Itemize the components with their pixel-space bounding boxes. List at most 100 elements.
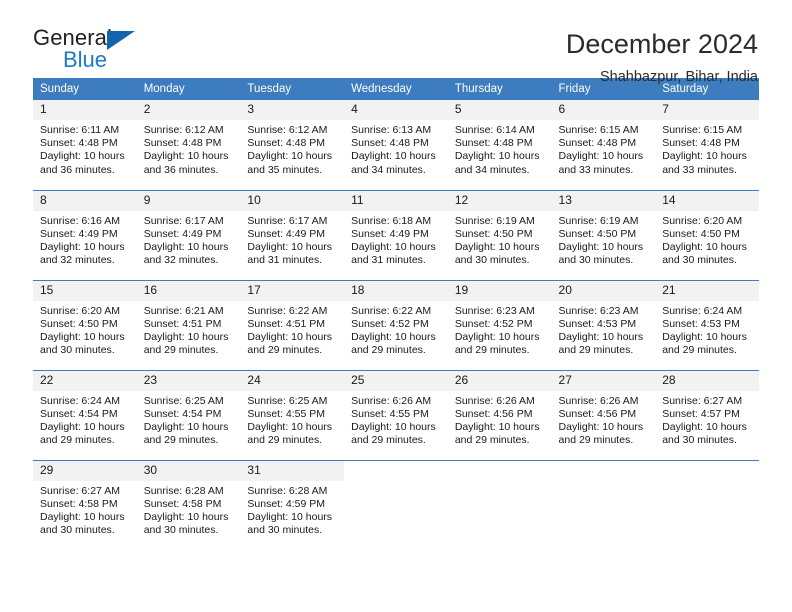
day-details: Sunrise: 6:16 AM Sunset: 4:49 PM Dayligh… xyxy=(33,211,137,268)
sunrise-text: Sunrise: 6:26 AM xyxy=(351,394,432,407)
daylight-text-line2: and 29 minutes. xyxy=(143,344,219,357)
day-number: 22 xyxy=(33,370,137,391)
daylight-text-line2: and 29 minutes. xyxy=(247,344,323,357)
day-cell[interactable]: 16 Sunrise: 6:21 AM Sunset: 4:51 PM Dayl… xyxy=(136,279,241,370)
sunrise-text: Sunrise: 6:12 AM xyxy=(247,124,328,136)
day-number xyxy=(344,460,448,481)
day-cell[interactable]: 29 Sunrise: 6:27 AM Sunset: 4:58 PM Dayl… xyxy=(33,459,137,550)
calendar-page: General Blue December 2024 Shahbazpur, B… xyxy=(0,0,792,612)
daylight-text-line2: and 35 minutes. xyxy=(247,163,323,176)
sunset-text: Sunset: 4:48 PM xyxy=(454,137,533,150)
sunset-text: Sunset: 4:48 PM xyxy=(247,137,326,150)
day-details: Sunrise: 6:21 AM Sunset: 4:51 PM Dayligh… xyxy=(137,301,241,358)
day-cell[interactable]: 18 Sunrise: 6:22 AM Sunset: 4:52 PM Dayl… xyxy=(344,279,448,370)
daylight-text-line1: Daylight: 10 hours xyxy=(558,240,644,253)
day-cell[interactable]: 6 Sunrise: 6:15 AM Sunset: 4:48 PM Dayli… xyxy=(551,100,656,190)
day-cell[interactable]: 27 Sunrise: 6:26 AM Sunset: 4:56 PM Dayl… xyxy=(551,369,656,460)
day-cell[interactable]: 2 Sunrise: 6:12 AM Sunset: 4:48 PM Dayli… xyxy=(136,100,241,190)
daylight-text-line2: and 30 minutes. xyxy=(662,254,737,267)
day-cell[interactable]: 14 Sunrise: 6:20 AM Sunset: 4:50 PM Dayl… xyxy=(655,189,759,280)
day-cell-empty xyxy=(551,459,656,550)
daylight-text-line1: Daylight: 10 hours xyxy=(351,240,436,253)
day-cell[interactable]: 31 Sunrise: 6:28 AM Sunset: 4:59 PM Dayl… xyxy=(240,459,345,550)
day-number: 18 xyxy=(344,280,448,301)
sunset-text: Sunset: 4:49 PM xyxy=(351,227,429,240)
day-number: 4 xyxy=(344,100,448,120)
day-cell[interactable]: 3 Sunrise: 6:12 AM Sunset: 4:48 PM Dayli… xyxy=(240,100,345,190)
day-cell[interactable]: 22 Sunrise: 6:24 AM Sunset: 4:54 PM Dayl… xyxy=(33,369,137,460)
day-cell[interactable]: 9 Sunrise: 6:17 AM Sunset: 4:49 PM Dayli… xyxy=(136,189,241,280)
day-cell[interactable]: 7 Sunrise: 6:15 AM Sunset: 4:48 PM Dayli… xyxy=(655,100,759,190)
sunset-text: Sunset: 4:48 PM xyxy=(143,137,222,150)
sunrise-text: Sunrise: 6:24 AM xyxy=(662,304,743,317)
day-cell[interactable]: 5 Sunrise: 6:14 AM Sunset: 4:48 PM Dayli… xyxy=(447,100,552,190)
day-cell[interactable]: 26 Sunrise: 6:26 AM Sunset: 4:56 PM Dayl… xyxy=(447,369,552,460)
day-details: Sunrise: 6:13 AM Sunset: 4:48 PM Dayligh… xyxy=(344,120,448,177)
day-cell[interactable]: 25 Sunrise: 6:26 AM Sunset: 4:55 PM Dayl… xyxy=(344,369,448,460)
day-cell[interactable]: 10 Sunrise: 6:17 AM Sunset: 4:49 PM Dayl… xyxy=(240,189,345,280)
day-cell[interactable]: 8 Sunrise: 6:16 AM Sunset: 4:49 PM Dayli… xyxy=(33,189,137,280)
daylight-text-line1: Daylight: 10 hours xyxy=(351,150,436,163)
sunset-text: Sunset: 4:48 PM xyxy=(662,137,740,150)
day-cell[interactable]: 30 Sunrise: 6:28 AM Sunset: 4:58 PM Dayl… xyxy=(136,459,241,550)
day-number: 3 xyxy=(240,100,345,120)
weekday-header-thursday: Thursday xyxy=(447,78,552,100)
day-cell[interactable]: 12 Sunrise: 6:19 AM Sunset: 4:50 PM Dayl… xyxy=(447,189,552,280)
day-number: 23 xyxy=(136,370,241,391)
sunset-text: Sunset: 4:55 PM xyxy=(247,407,326,420)
daylight-text-line2: and 30 minutes. xyxy=(40,344,115,357)
sunset-text: Sunset: 4:59 PM xyxy=(247,497,326,510)
sunrise-text: Sunrise: 6:22 AM xyxy=(351,304,432,317)
daylight-text-line1: Daylight: 10 hours xyxy=(40,150,125,163)
daylight-text-line2: and 31 minutes. xyxy=(351,254,426,267)
daylight-text-line1: Daylight: 10 hours xyxy=(454,330,540,343)
day-cell[interactable]: 17 Sunrise: 6:22 AM Sunset: 4:51 PM Dayl… xyxy=(240,279,345,370)
day-number xyxy=(551,460,656,481)
daylight-text-line2: and 29 minutes. xyxy=(662,344,737,357)
day-cell[interactable]: 28 Sunrise: 6:27 AM Sunset: 4:57 PM Dayl… xyxy=(655,369,759,460)
day-details: Sunrise: 6:25 AM Sunset: 4:55 PM Dayligh… xyxy=(240,391,344,448)
sunrise-text: Sunrise: 6:26 AM xyxy=(558,394,639,407)
day-number: 26 xyxy=(447,370,552,391)
calendar-body: 1 Sunrise: 6:11 AM Sunset: 4:48 PM Dayli… xyxy=(33,100,759,550)
sunrise-text: Sunrise: 6:17 AM xyxy=(247,214,328,227)
day-cell[interactable]: 23 Sunrise: 6:25 AM Sunset: 4:54 PM Dayl… xyxy=(136,369,241,460)
sunset-text: Sunset: 4:50 PM xyxy=(40,317,118,330)
sunset-text: Sunset: 4:53 PM xyxy=(662,317,740,330)
daylight-text-line2: and 29 minutes. xyxy=(454,434,530,447)
sunrise-text: Sunrise: 6:26 AM xyxy=(454,394,535,407)
day-details: Sunrise: 6:19 AM Sunset: 4:50 PM Dayligh… xyxy=(448,211,552,268)
day-cell[interactable]: 13 Sunrise: 6:19 AM Sunset: 4:50 PM Dayl… xyxy=(551,189,656,280)
day-cell-empty xyxy=(344,459,448,550)
sunrise-text: Sunrise: 6:11 AM xyxy=(40,124,120,136)
daylight-text-line2: and 34 minutes. xyxy=(351,163,426,176)
day-details: Sunrise: 6:26 AM Sunset: 4:55 PM Dayligh… xyxy=(344,391,448,448)
day-cell[interactable]: 1 Sunrise: 6:11 AM Sunset: 4:48 PM Dayli… xyxy=(33,100,137,190)
calendar-week-row: 1 Sunrise: 6:11 AM Sunset: 4:48 PM Dayli… xyxy=(33,100,759,190)
generalblue-logo[interactable]: General Blue xyxy=(33,27,163,73)
day-cell[interactable]: 24 Sunrise: 6:25 AM Sunset: 4:55 PM Dayl… xyxy=(240,369,345,460)
sunrise-text: Sunrise: 6:21 AM xyxy=(143,304,224,317)
day-cell[interactable]: 4 Sunrise: 6:13 AM Sunset: 4:48 PM Dayli… xyxy=(344,100,448,190)
daylight-text-line1: Daylight: 10 hours xyxy=(143,510,229,523)
day-cell[interactable]: 19 Sunrise: 6:23 AM Sunset: 4:52 PM Dayl… xyxy=(447,279,552,370)
day-cell[interactable]: 20 Sunrise: 6:23 AM Sunset: 4:53 PM Dayl… xyxy=(551,279,656,370)
daylight-text-line2: and 30 minutes. xyxy=(143,524,219,537)
sunset-text: Sunset: 4:52 PM xyxy=(351,317,429,330)
daylight-text-line1: Daylight: 10 hours xyxy=(40,510,125,523)
daylight-text-line1: Daylight: 10 hours xyxy=(247,150,333,163)
sunrise-text: Sunrise: 6:18 AM xyxy=(351,214,432,227)
day-number: 1 xyxy=(33,100,137,120)
day-details: Sunrise: 6:15 AM Sunset: 4:48 PM Dayligh… xyxy=(655,120,759,177)
day-cell[interactable]: 15 Sunrise: 6:20 AM Sunset: 4:50 PM Dayl… xyxy=(33,279,137,370)
daylight-text-line2: and 29 minutes. xyxy=(454,344,530,357)
sunrise-text: Sunrise: 6:20 AM xyxy=(662,214,743,227)
day-cell[interactable]: 11 Sunrise: 6:18 AM Sunset: 4:49 PM Dayl… xyxy=(344,189,448,280)
sunset-text: Sunset: 4:48 PM xyxy=(40,137,118,150)
daylight-text-line1: Daylight: 10 hours xyxy=(454,150,540,163)
day-cell[interactable]: 21 Sunrise: 6:24 AM Sunset: 4:53 PM Dayl… xyxy=(655,279,759,370)
daylight-text-line1: Daylight: 10 hours xyxy=(143,420,229,433)
day-details: Sunrise: 6:26 AM Sunset: 4:56 PM Dayligh… xyxy=(448,391,552,448)
daylight-text-line1: Daylight: 10 hours xyxy=(662,150,747,163)
day-number xyxy=(447,460,552,481)
